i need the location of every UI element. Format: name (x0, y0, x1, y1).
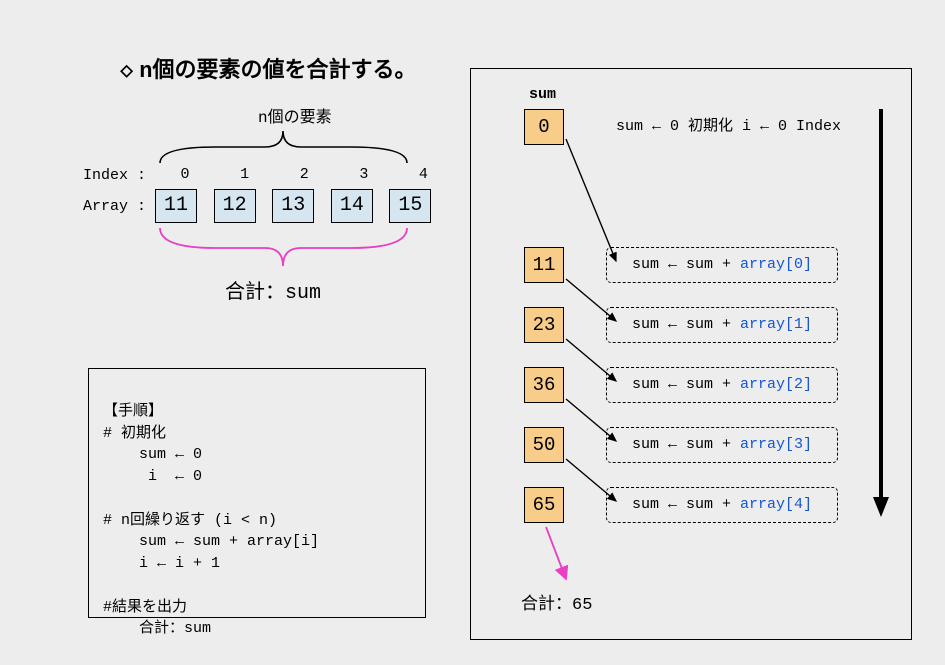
trace-arrows (471, 69, 911, 639)
index-cell: 1 (220, 166, 270, 183)
proc-line: 【手順】 (103, 403, 163, 420)
proc-line: # n回繰り返す (i < n) (103, 512, 277, 529)
trace-result: 合計：65 (521, 589, 592, 615)
procedure-box: 【手順】 # 初期化 sum ← 0 i ← 0 # n回繰り返す (i < n… (88, 368, 426, 618)
diagram-canvas: ◇n個の要素の値を合計する。 n個の要素 Index : Array : 0 1… (0, 0, 945, 665)
index-cell: 2 (279, 166, 329, 183)
index-cell: 0 (160, 166, 210, 183)
trace-panel: sum 0 sum ← 0 初期化 i ← 0 Index 11 sum ← s… (470, 68, 912, 640)
sum-caption: 合計：sum (225, 275, 321, 305)
proc-line: #結果を出力 (103, 599, 187, 616)
proc-line: i ← i + 1 (103, 555, 220, 572)
proc-line: # 初期化 (103, 425, 166, 442)
diamond-icon: ◇ (120, 59, 133, 84)
index-label: Index : (83, 167, 146, 184)
array-cell: 14 (331, 189, 373, 223)
array-label: Array : (83, 198, 146, 215)
brace-bottom-icon (155, 226, 415, 276)
array-cell: 11 (155, 189, 197, 223)
array-cell: 15 (389, 189, 431, 223)
diagram-title: ◇n個の要素の値を合計する。 (120, 52, 416, 84)
flow-arrow-icon (871, 109, 893, 519)
index-row: 0 1 2 3 4 (160, 165, 448, 183)
title-text: n個の要素の値を合計する。 (139, 59, 416, 84)
proc-line: 合計：sum (103, 620, 211, 637)
proc-line: sum ← 0 (103, 446, 202, 463)
index-cell: 3 (339, 166, 389, 183)
array-row: 11 12 13 14 15 (155, 189, 438, 223)
brace-top-icon (155, 123, 415, 165)
proc-line: i ← 0 (103, 468, 202, 485)
index-cell: 4 (398, 166, 448, 183)
proc-line: sum ← sum + array[i] (103, 533, 319, 550)
array-cell: 13 (272, 189, 314, 223)
array-cell: 12 (214, 189, 256, 223)
